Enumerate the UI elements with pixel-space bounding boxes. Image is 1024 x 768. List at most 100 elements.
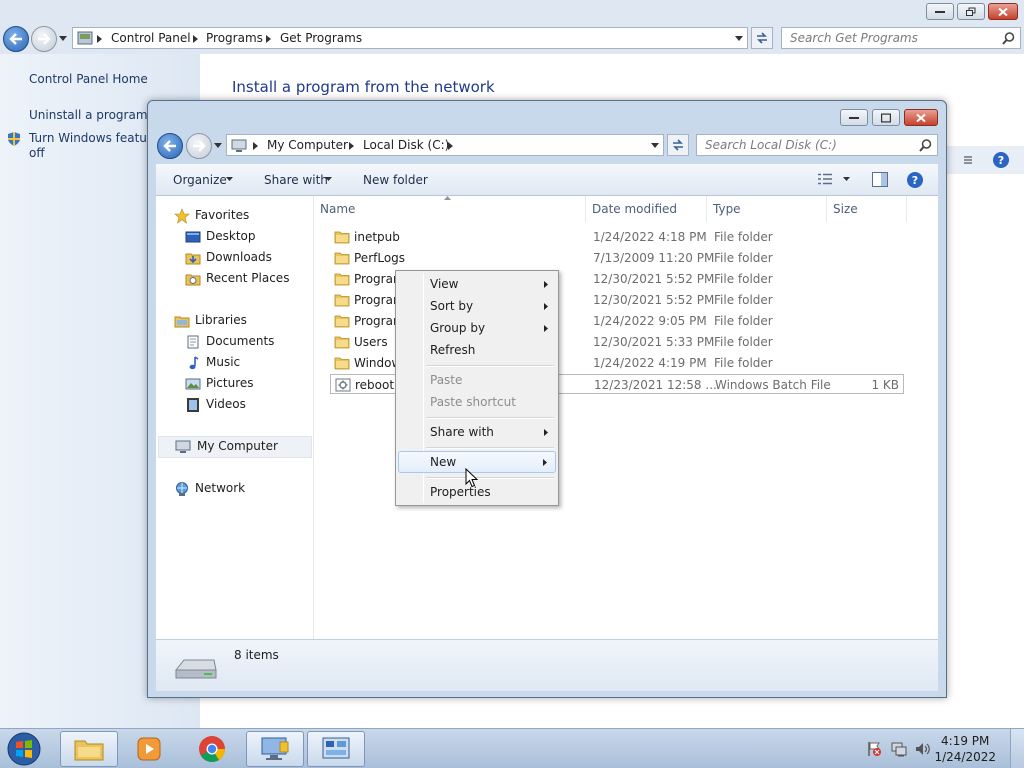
uninstall-program-link[interactable]: Uninstall a program (29, 108, 148, 122)
search-box[interactable]: Search Get Programs (781, 27, 1021, 49)
explorer-forward-button[interactable] (186, 133, 212, 159)
explorer-maximize-button[interactable] (872, 109, 900, 126)
column-label: Date modified (592, 202, 678, 216)
explorer-close-button[interactable] (904, 109, 938, 126)
file-date-modified: 1/24/2022 4:19 PM (593, 356, 707, 370)
taskbar-media-player-button[interactable] (120, 731, 178, 767)
change-view-icon[interactable] (818, 173, 832, 185)
organize-button[interactable]: Organize (173, 173, 227, 187)
file-name: inetpub (354, 230, 400, 244)
menu-separator (426, 365, 554, 367)
arrow-left-icon (9, 33, 22, 45)
control-panel-address-row: Control Panel Programs Get Programs Sear… (0, 24, 1024, 54)
menu-label: Properties (430, 485, 491, 499)
taskbar-explorer-button[interactable] (60, 731, 118, 767)
explorer-search-box[interactable]: Search Local Disk (C:) (696, 134, 938, 156)
nav-label: Music (206, 355, 241, 369)
menu-item-paste[interactable]: Paste (398, 369, 556, 391)
clock-date: 1/24/2022 (934, 750, 996, 764)
file-row[interactable]: PerfLogs 7/13/2009 11:20 PM File folder (330, 248, 904, 268)
refresh-icon (673, 139, 683, 151)
taskbar-chrome-button[interactable] (183, 731, 241, 767)
volume-icon[interactable] (915, 741, 931, 757)
menu-label: Sort by (430, 299, 474, 313)
nav-label: Favorites (195, 208, 250, 222)
file-type: File folder (714, 314, 773, 328)
action-center-flag-icon[interactable] (866, 741, 882, 757)
refresh-icon (757, 32, 767, 44)
details-pane: 8 items (156, 639, 938, 691)
recent-pages-chevron-icon[interactable] (214, 143, 222, 148)
preview-pane-icon[interactable] (872, 172, 888, 187)
file-row[interactable]: inetpub 1/24/2022 4:18 PM File folder (330, 227, 904, 247)
show-desktop-button[interactable] (1010, 729, 1024, 768)
column-header-date-modified[interactable]: Date modified (586, 196, 707, 222)
address-dropdown-icon[interactable] (735, 36, 743, 41)
start-button[interactable] (4, 730, 44, 768)
explorer-address-bar[interactable]: My Computer Local Disk (C:) (226, 134, 664, 156)
taskbar-network-button[interactable] (246, 731, 304, 767)
view-options-icon[interactable] (964, 156, 972, 164)
column-header-name[interactable]: Name (314, 196, 586, 222)
menu-label: Paste (430, 373, 463, 387)
windows-features-link[interactable]: Turn Windows features (29, 131, 165, 145)
chevron-down-icon (325, 177, 332, 181)
breadcrumb-arrow-icon (266, 35, 271, 43)
network-icon (176, 482, 188, 496)
windows-logo-icon (7, 732, 41, 766)
arrow-right-icon (38, 33, 51, 45)
system-clock[interactable]: 4:19 PM 1/24/2022 (934, 733, 996, 765)
file-date-modified: 1/24/2022 9:05 PM (593, 314, 707, 328)
breadcrumb-local-disk[interactable]: Local Disk (C:) (363, 138, 449, 152)
column-header-type[interactable]: Type (707, 196, 827, 222)
maximize-icon (881, 113, 891, 122)
menu-item-paste-shortcut[interactable]: Paste shortcut (398, 391, 556, 413)
address-bar[interactable]: Control Panel Programs Get Programs (72, 27, 748, 49)
windows-features-link-line2[interactable]: off (29, 146, 45, 160)
new-folder-button[interactable]: New folder (363, 173, 428, 187)
explorer-minimize-button[interactable] (840, 109, 868, 126)
taskbar-control-panel-button[interactable] (307, 731, 365, 767)
minimize-button[interactable] (926, 3, 954, 20)
chrome-icon (199, 736, 226, 763)
help-icon[interactable]: ? (992, 151, 1010, 169)
nav-label: Downloads (206, 250, 272, 264)
menu-item-view[interactable]: View (398, 273, 556, 295)
share-with-button[interactable]: Share with (264, 173, 328, 187)
explorer-refresh-button[interactable] (667, 134, 689, 156)
column-header-size[interactable]: Size (827, 196, 907, 222)
file-date-modified: 12/23/2021 12:58 ... (594, 378, 717, 392)
address-dropdown-icon[interactable] (651, 143, 659, 148)
file-date-modified: 12/30/2021 5:52 PM (593, 293, 715, 307)
forward-button[interactable] (31, 26, 57, 52)
file-date-modified: 12/30/2021 5:52 PM (593, 272, 715, 286)
folder-icon (334, 273, 350, 286)
breadcrumb-get-programs[interactable]: Get Programs (280, 31, 362, 45)
folder-icon (334, 315, 350, 328)
breadcrumb-programs[interactable]: Programs (206, 31, 263, 45)
control-panel-home-link[interactable]: Control Panel Home (29, 72, 148, 86)
svg-text:?: ? (998, 154, 1004, 167)
folder-icon (334, 357, 350, 370)
menu-item-group-by[interactable]: Group by (398, 317, 556, 339)
recent-pages-chevron-icon[interactable] (59, 36, 67, 41)
menu-item-share-with[interactable]: Share with (398, 421, 556, 443)
breadcrumb-control-panel[interactable]: Control Panel (111, 31, 191, 45)
back-button[interactable] (3, 26, 29, 52)
restore-button[interactable] (957, 3, 985, 20)
media-player-icon (137, 737, 161, 761)
chevron-down-icon (226, 177, 233, 181)
submenu-arrow-icon (544, 325, 548, 332)
help-icon[interactable]: ? (906, 171, 924, 189)
nav-my-computer[interactable]: My Computer (158, 436, 312, 458)
explorer-back-button[interactable] (157, 133, 183, 159)
breadcrumb-my-computer[interactable]: My Computer (267, 138, 348, 152)
explorer-address-row: My Computer Local Disk (C:) Search Local… (148, 129, 946, 161)
menu-item-refresh[interactable]: Refresh (398, 339, 556, 361)
network-status-icon[interactable] (891, 741, 907, 757)
refresh-button[interactable] (751, 27, 773, 49)
close-button[interactable] (988, 3, 1018, 20)
nav-label: Libraries (195, 313, 247, 327)
menu-item-sort-by[interactable]: Sort by (398, 295, 556, 317)
chevron-down-icon[interactable] (843, 177, 850, 181)
